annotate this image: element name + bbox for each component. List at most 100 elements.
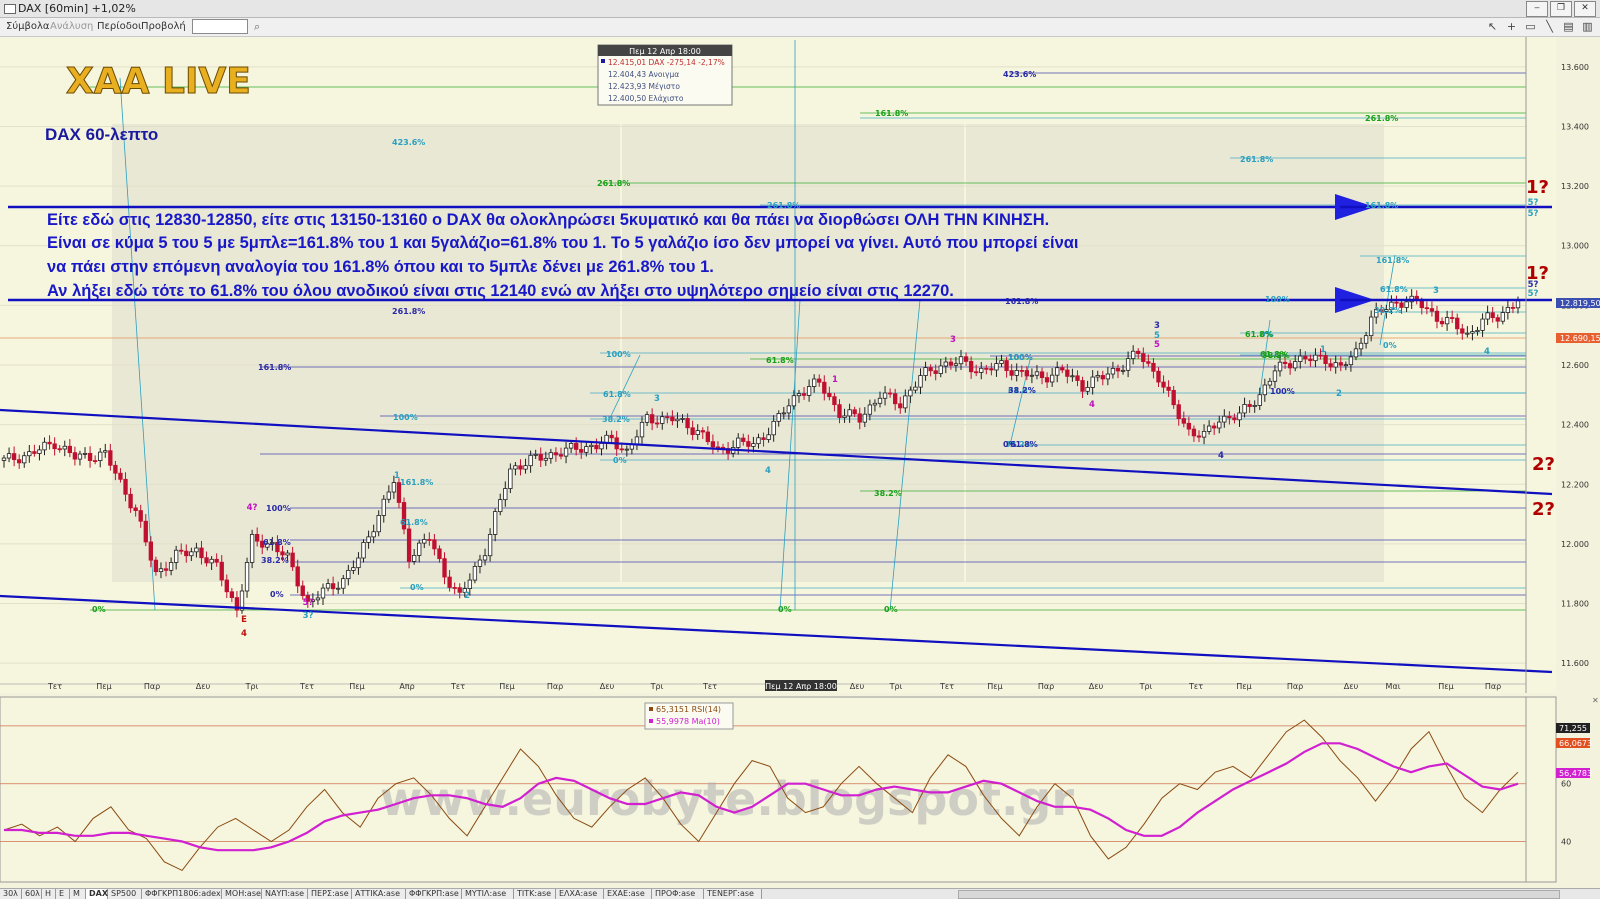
rsi-tick-label: 60 bbox=[1561, 780, 1571, 789]
wave-label: 3? bbox=[303, 611, 314, 621]
fib-label: 0% bbox=[410, 583, 424, 592]
fib-label: 161.8% bbox=[1005, 297, 1038, 306]
annotation-line: Αν λήξει εδώ τότε το 61.8% του όλου ανοδ… bbox=[47, 282, 954, 300]
price-tick-label: 13.600 bbox=[1561, 63, 1589, 72]
rsi-tick-label: 40 bbox=[1561, 838, 1571, 847]
time-tick-label: Παρ bbox=[1485, 682, 1501, 691]
fib-label: 61.8% bbox=[1380, 285, 1408, 294]
price-tick-label: 11.600 bbox=[1561, 659, 1589, 668]
time-tick-label: Τετ bbox=[939, 682, 954, 691]
time-tick-label: Τετ bbox=[299, 682, 314, 691]
price-tick-label: 13.200 bbox=[1561, 182, 1589, 191]
wave-label: 5? bbox=[1528, 209, 1539, 219]
search-icon[interactable]: ⌕ bbox=[254, 20, 260, 34]
wave-label: 4 bbox=[241, 629, 247, 639]
infobox-row: 12.400,50 Ελάχιστο bbox=[608, 94, 684, 103]
time-tick-label: Τετ bbox=[702, 682, 717, 691]
chart-subtitle: DAX 60-λεπτο bbox=[45, 125, 158, 144]
price-tick-label: 11.800 bbox=[1561, 600, 1589, 609]
fib-label: 61.8% bbox=[400, 518, 428, 527]
zoom-box-icon[interactable]: ▭ bbox=[1524, 20, 1537, 33]
symbol-input[interactable] bbox=[192, 19, 248, 34]
fib-label: 38.2% bbox=[602, 415, 630, 424]
fib-label: 261.8% bbox=[1365, 114, 1398, 123]
restore-icon[interactable]: ❐ bbox=[1550, 1, 1572, 17]
time-tick-label: Πεμ bbox=[1438, 682, 1453, 691]
fib-label: 61.8% bbox=[603, 390, 631, 399]
time-tick-label: Τρι bbox=[650, 682, 664, 691]
fib-label: 161.8% bbox=[258, 363, 291, 372]
wave-label: 5? bbox=[1528, 289, 1539, 299]
fib-label: 0% bbox=[270, 590, 284, 599]
crosshair-icon[interactable]: + bbox=[1505, 20, 1518, 33]
rsi-value-tag-text: 66,0673 bbox=[1559, 739, 1592, 748]
fib-label: 423.6% bbox=[1003, 70, 1036, 79]
panel-close-icon[interactable]: ✕ bbox=[1592, 696, 1599, 705]
menu-analysis[interactable]: Ανάλυση bbox=[50, 21, 93, 32]
watermark-title: XAA LIVE bbox=[66, 61, 251, 102]
time-tick-label: Δευ bbox=[850, 682, 865, 691]
price-tick-label: 12.000 bbox=[1561, 540, 1589, 549]
fib-label: 161.8% bbox=[1365, 201, 1398, 210]
wave-label: E bbox=[241, 615, 247, 625]
wave-label: 4 bbox=[1089, 400, 1095, 410]
fib-label: 61.8% bbox=[263, 538, 291, 547]
fib-label: 0% bbox=[884, 605, 898, 614]
time-tick-label: Δευ bbox=[196, 682, 211, 691]
fib-label: 0% bbox=[778, 605, 792, 614]
fib-label: 0% bbox=[613, 456, 627, 465]
ohlc-infobox: Πεμ 12 Απρ 18:00 12.415,01 DAX -275,14 -2… bbox=[597, 44, 733, 106]
fib-label: 100% bbox=[266, 504, 291, 513]
crosshair-date-text: Πεμ 12 Απρ 18:00 bbox=[765, 682, 837, 691]
menu-view[interactable]: Προβολή bbox=[141, 21, 186, 32]
wave-label: 5 bbox=[1154, 340, 1160, 350]
menu-symbols[interactable]: Σύμβολα bbox=[6, 21, 49, 32]
fib-label: 0% bbox=[1383, 341, 1397, 350]
infobox-header: Πεμ 12 Απρ 18:00 bbox=[629, 47, 701, 56]
time-tick-label: Μαι bbox=[1386, 682, 1401, 691]
fib-label: 38.2% bbox=[874, 489, 902, 498]
fib-label: 61.8% bbox=[1245, 330, 1273, 339]
rsi-legend-entry: 55,9978 Ma(10) bbox=[656, 717, 720, 726]
time-tick-label: Απρ bbox=[399, 682, 414, 691]
app-icon bbox=[4, 4, 16, 14]
layout-icon[interactable]: ▤ bbox=[1562, 20, 1575, 33]
wave-label: 5? bbox=[1528, 198, 1539, 208]
time-tick-label: Τρι bbox=[1139, 682, 1153, 691]
time-tick-label: Τετ bbox=[450, 682, 465, 691]
wave-question-label: 2? bbox=[1532, 499, 1555, 520]
dax-chart[interactable]: XAA LIVE DAX 60-λεπτο Πεμ 12 Απρ 18:00 12.4… bbox=[0, 37, 1600, 888]
window-controls: ‒ ❐ ✕ bbox=[1526, 1, 1596, 17]
annotation-line: Είτε εδώ στις 12830-12850, είτε στις 131… bbox=[47, 211, 1049, 229]
time-tick-label: Τετ bbox=[47, 682, 62, 691]
fib-label: 261.8% bbox=[1240, 155, 1273, 164]
fib-label: 100% bbox=[1265, 295, 1290, 304]
line-tool-icon[interactable]: ╲ bbox=[1543, 20, 1556, 33]
fib-label: 61.8% bbox=[766, 356, 794, 365]
menu-periods[interactable]: Περίοδοι bbox=[97, 21, 141, 32]
annotation-line: Είναι σε κύμα 5 του 5 με 5μπλε=161.8% το… bbox=[47, 234, 1079, 252]
cursor-icon[interactable]: ↖ bbox=[1486, 20, 1499, 33]
chart-toolbar: ↖ + ▭ ╲ ▤ ▥ bbox=[1486, 20, 1594, 33]
time-tick-label: Δευ bbox=[1344, 682, 1359, 691]
wave-label: 1 bbox=[832, 375, 838, 385]
time-tick-label: Τρι bbox=[889, 682, 903, 691]
time-tick-label: Παρ bbox=[1287, 682, 1303, 691]
wave-label: 2 bbox=[1336, 389, 1342, 399]
fib-label: 261.8% bbox=[597, 179, 630, 188]
time-tick-label: Πεμ bbox=[96, 682, 111, 691]
panel-icon[interactable]: ▥ bbox=[1581, 20, 1594, 33]
time-tick-label: Δευ bbox=[1089, 682, 1104, 691]
fib-label: 38.2% bbox=[1008, 386, 1036, 395]
close-icon[interactable]: ✕ bbox=[1574, 1, 1596, 17]
fib-label: 0% bbox=[1003, 440, 1017, 449]
time-tick-label: Τετ bbox=[1188, 682, 1203, 691]
time-tick-label: Πεμ bbox=[987, 682, 1002, 691]
time-tick-label: Πεμ bbox=[349, 682, 364, 691]
wave-question-label: 1? bbox=[1526, 177, 1549, 198]
price-tick-label: 12.600 bbox=[1561, 361, 1589, 370]
annotation-line: να πάει στην επόμενη αναλογία του 161.8%… bbox=[47, 258, 714, 276]
window-title: DAX [60min] +1,02% bbox=[18, 2, 136, 15]
wave-question-label: 2? bbox=[1532, 454, 1555, 475]
minimize-icon[interactable]: ‒ bbox=[1526, 1, 1548, 17]
